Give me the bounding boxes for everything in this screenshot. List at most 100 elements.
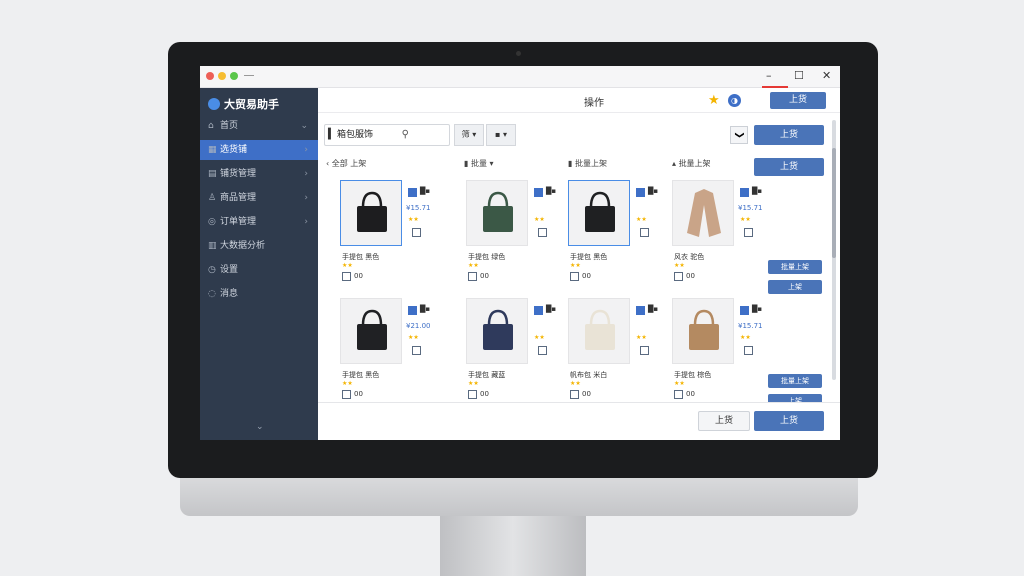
product-image[interactable] — [466, 298, 528, 364]
product-image[interactable] — [340, 180, 402, 246]
star-icon[interactable]: ★ — [708, 93, 720, 108]
rating-stars: ★★ — [570, 380, 581, 387]
product-flag: █▪ — [752, 305, 763, 313]
column-caret-icon: ▮ — [568, 159, 573, 168]
primary-upload-button[interactable]: 上货 — [754, 411, 824, 431]
sidebar-item-label: 选货铺 — [220, 145, 248, 155]
item-checkbox[interactable] — [570, 272, 579, 281]
option-checkbox[interactable] — [538, 228, 547, 237]
secondary-upload-button[interactable]: 上货 — [698, 411, 750, 431]
product-count: 00 — [354, 272, 363, 280]
item-checkbox[interactable] — [570, 390, 579, 399]
header-upload-button[interactable]: 上货 — [770, 92, 826, 109]
window-maximize-button[interactable]: ☐ — [794, 69, 804, 82]
column-header-0[interactable]: ‹ 全部 上架 — [326, 158, 366, 169]
sidebar-item-5[interactable]: ▥ 大数据分析 — [200, 236, 318, 256]
select-checkbox[interactable] — [636, 306, 645, 315]
toolbar-upload-button[interactable]: 上货 — [754, 125, 824, 145]
product-flag: █▪ — [648, 305, 659, 313]
sort-dropdown[interactable]: ▪ ▾ — [486, 124, 516, 146]
row-action-button[interactable]: 批量上架 — [768, 260, 822, 274]
product-title: 手提包 黑色 — [570, 253, 608, 261]
option-checkbox[interactable] — [744, 346, 753, 355]
product-image[interactable] — [568, 298, 630, 364]
select-checkbox[interactable] — [740, 188, 749, 197]
sidebar-item-1[interactable]: ▦ 选货铺 › — [200, 140, 318, 160]
item-checkbox[interactable] — [468, 390, 477, 399]
product-flag: █▪ — [420, 305, 431, 313]
item-checkbox[interactable] — [674, 390, 683, 399]
option-checkbox[interactable] — [412, 346, 421, 355]
window-close-button[interactable]: ✕ — [822, 69, 831, 82]
select-checkbox[interactable] — [534, 188, 543, 197]
menu-icon[interactable] — [244, 75, 254, 76]
product-price: ¥15.71 — [738, 322, 763, 330]
product-image[interactable] — [340, 298, 402, 364]
main-panel: 操作 ★ ◑ 上货 ▍ 箱包服饰 ⚲ 筛 ▾ ▪ ▾ ❯ 上货 上货 ‹ 全部 … — [318, 88, 840, 440]
select-checkbox[interactable] — [408, 306, 417, 315]
sidebar-item-4[interactable]: ◎ 订单管理 › — [200, 212, 318, 232]
column-header-1[interactable]: ▮ 批量 ▾ — [464, 158, 494, 169]
toolbar-upload-button-2[interactable]: 上货 — [754, 158, 824, 176]
row-action-button[interactable]: 上架 — [768, 280, 822, 294]
option-checkbox[interactable] — [640, 228, 649, 237]
product-count: 00 — [582, 272, 591, 280]
rating-stars: ★★ — [468, 380, 479, 387]
option-checkbox[interactable] — [412, 228, 421, 237]
select-checkbox[interactable] — [408, 188, 417, 197]
sidebar-item-0[interactable]: ⌂ 首页 ⌄ — [200, 116, 318, 136]
sidebar-collapse-chevron-icon[interactable]: ⌄ — [256, 422, 264, 432]
search-icon[interactable]: ⚲ — [402, 125, 409, 145]
minimize-dot[interactable] — [218, 72, 226, 80]
sidebar-item-2[interactable]: ▤ 铺货管理 › — [200, 164, 318, 184]
chevron-down-icon[interactable]: ❯ — [730, 126, 748, 144]
rating-stars: ★★ — [570, 262, 581, 269]
item-checkbox[interactable] — [342, 272, 351, 281]
item-checkbox[interactable] — [468, 272, 477, 281]
product-title: 帆布包 米白 — [570, 371, 608, 379]
filter-dropdown[interactable]: 筛 ▾ — [454, 124, 484, 146]
chevron-down-icon: ⌄ — [300, 121, 308, 131]
rating-stars: ★★ — [674, 262, 685, 269]
search-input[interactable]: ▍ 箱包服饰 ⚲ — [324, 124, 450, 146]
window-minimize-button[interactable]: – — [766, 69, 772, 82]
column-header-2[interactable]: ▮ 批量上架 — [568, 158, 607, 169]
scrollbar-thumb[interactable] — [832, 148, 836, 258]
select-checkbox[interactable] — [636, 188, 645, 197]
product-flag: █▪ — [546, 305, 557, 313]
home-icon: ⌂ — [208, 121, 214, 131]
product-price: ¥15.71 — [406, 204, 431, 212]
product-image[interactable] — [568, 180, 630, 246]
product-image[interactable] — [672, 298, 734, 364]
globe-icon: ◎ — [208, 217, 216, 227]
bottom-action-bar: 上货 上货 — [318, 402, 840, 440]
column-header-label: 批量上架 — [678, 159, 711, 168]
option-checkbox[interactable] — [744, 228, 753, 237]
app-brand: 大贸易助手 — [208, 96, 279, 112]
column-header-3[interactable]: ▴ 批量上架 — [672, 158, 711, 169]
monitor-chin — [180, 478, 858, 516]
product-count: 00 — [354, 390, 363, 398]
zoom-dot[interactable] — [230, 72, 238, 80]
page-title: 操作 — [584, 98, 604, 109]
rating-stars: ★★ — [740, 216, 751, 223]
product-count: 00 — [480, 272, 489, 280]
item-checkbox[interactable] — [342, 390, 351, 399]
select-checkbox[interactable] — [740, 306, 749, 315]
product-image[interactable] — [672, 180, 734, 246]
row-action-button[interactable]: 批量上架 — [768, 374, 822, 388]
close-dot[interactable] — [206, 72, 214, 80]
sidebar-item-6[interactable]: ◷ 设置 — [200, 260, 318, 280]
item-checkbox[interactable] — [674, 272, 683, 281]
product-image[interactable] — [466, 180, 528, 246]
sidebar-item-7[interactable]: ◌ 消息 — [200, 284, 318, 304]
rating-stars: ★★ — [534, 334, 545, 341]
sidebar-item-3[interactable]: ♙ 商品管理 › — [200, 188, 318, 208]
select-checkbox[interactable] — [534, 306, 543, 315]
option-checkbox[interactable] — [538, 346, 547, 355]
column-caret-icon: ‹ — [326, 159, 330, 168]
option-checkbox[interactable] — [640, 346, 649, 355]
webcam — [516, 51, 521, 56]
sidebar-item-label: 大数据分析 — [220, 241, 266, 251]
account-icon[interactable]: ◑ — [728, 94, 741, 107]
